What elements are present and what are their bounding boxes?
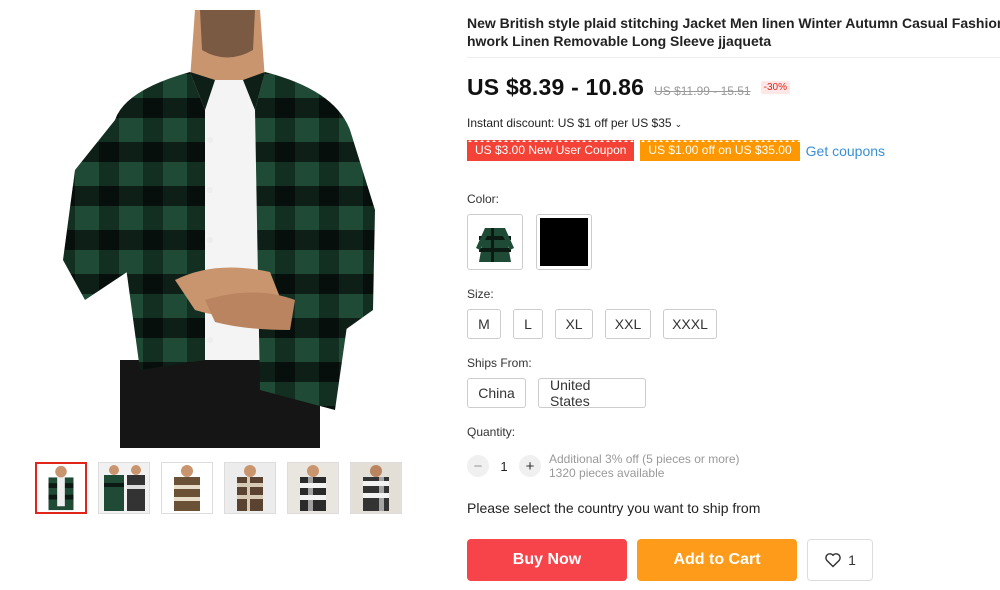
instant-discount-dropdown[interactable]: Instant discount: US $1 off per US $35 ⌄ [467, 116, 682, 130]
ships-from-united-states[interactable]: United States [538, 377, 646, 409]
action-buttons: Buy Now Add to Cart 1 [467, 539, 873, 581]
black-swatch-icon [540, 218, 588, 266]
thumb-green-plaid-icon [37, 464, 85, 512]
instant-discount-text: Instant discount: US $1 off per US $35 [467, 116, 672, 130]
product-title-line-1: New British style plaid stitching Jacket… [467, 15, 1000, 31]
size-option-xl[interactable]: XL [555, 309, 593, 339]
quantity-decrease-button[interactable]: − [467, 455, 489, 477]
heart-icon [825, 553, 841, 568]
quantity-label: Quantity: [467, 425, 516, 439]
size-options: M L XL XXL XXXL [467, 309, 717, 339]
ships-from-china[interactable]: China [467, 378, 526, 408]
ship-country-message: Please select the country you want to sh… [467, 500, 761, 516]
discount-badge: -30% [760, 81, 790, 94]
bulk-discount-note: Additional 3% off (5 pieces or more) [549, 452, 740, 466]
green-plaid-shirt-icon [471, 218, 519, 266]
thumbnail-4[interactable] [224, 462, 276, 514]
product-info: New British style plaid stitching Jacket… [467, 14, 1000, 50]
original-price: US $11.99 - 15.51 [654, 84, 751, 98]
coupon-row: US $3.00 New User Coupon US $1.00 off on… [467, 138, 885, 163]
thumb-green-plaid-pair-icon [99, 463, 149, 513]
product-title: New British style plaid stitching Jacket… [467, 14, 1000, 50]
thumb-brown-plaid-2-icon [225, 463, 275, 513]
stock-available-note: 1320 pieces available [549, 466, 665, 480]
size-label: Size: [467, 287, 494, 301]
color-label: Color: [467, 192, 500, 206]
price-row: US $8.39 - 10.86 US $11.99 - 15.51 -30% [467, 74, 790, 101]
color-swatch-green-plaid[interactable] [467, 214, 523, 270]
product-title-line-2: hwork Linen Removable Long Sleeve jjaque… [467, 33, 772, 49]
thumb-brown-plaid-icon [162, 463, 212, 513]
thumbnail-6[interactable] [350, 462, 402, 514]
add-to-cart-button[interactable]: Add to Cart [637, 539, 797, 581]
quantity-increase-button[interactable]: + [519, 455, 541, 477]
thumbnail-1[interactable] [35, 462, 87, 514]
quantity-notes: Additional 3% off (5 pieces or more) 132… [549, 452, 740, 480]
thumb-black-white-plaid-icon [288, 463, 338, 513]
new-user-coupon[interactable]: US $3.00 New User Coupon [467, 138, 635, 163]
color-swatch-black[interactable] [536, 214, 592, 270]
size-option-xxl[interactable]: XXL [605, 309, 651, 339]
size-option-m[interactable]: M [467, 309, 501, 339]
size-option-xxxl[interactable]: XXXL [663, 309, 717, 339]
thumb-black-white-plaid-2-icon [351, 463, 401, 513]
size-option-l[interactable]: L [513, 309, 543, 339]
main-product-image[interactable] [55, 10, 385, 448]
spend-coupon[interactable]: US $1.00 off on US $35.00 [640, 138, 800, 163]
ships-from-label: Ships From: [467, 356, 532, 370]
wishlist-count: 1 [848, 552, 856, 568]
get-coupons-link[interactable]: Get coupons [806, 143, 885, 159]
chevron-down-icon: ⌄ [674, 119, 683, 129]
buy-now-button[interactable]: Buy Now [467, 539, 627, 581]
wishlist-button[interactable]: 1 [807, 539, 873, 581]
product-gallery [0, 0, 440, 590]
quantity-stepper: − 1 + Additional 3% off (5 pieces or mor… [467, 452, 740, 480]
thumbnail-2[interactable] [98, 462, 150, 514]
thumbnail-3[interactable] [161, 462, 213, 514]
thumbnail-5[interactable] [287, 462, 339, 514]
ships-from-options: China United States [467, 377, 646, 409]
thumbnail-strip [35, 462, 402, 514]
color-swatches [467, 214, 592, 270]
current-price: US $8.39 - 10.86 [467, 74, 645, 100]
quantity-input[interactable]: 1 [489, 459, 519, 474]
plaid-shirt-model-illustration [55, 10, 385, 448]
title-divider [467, 57, 1000, 58]
